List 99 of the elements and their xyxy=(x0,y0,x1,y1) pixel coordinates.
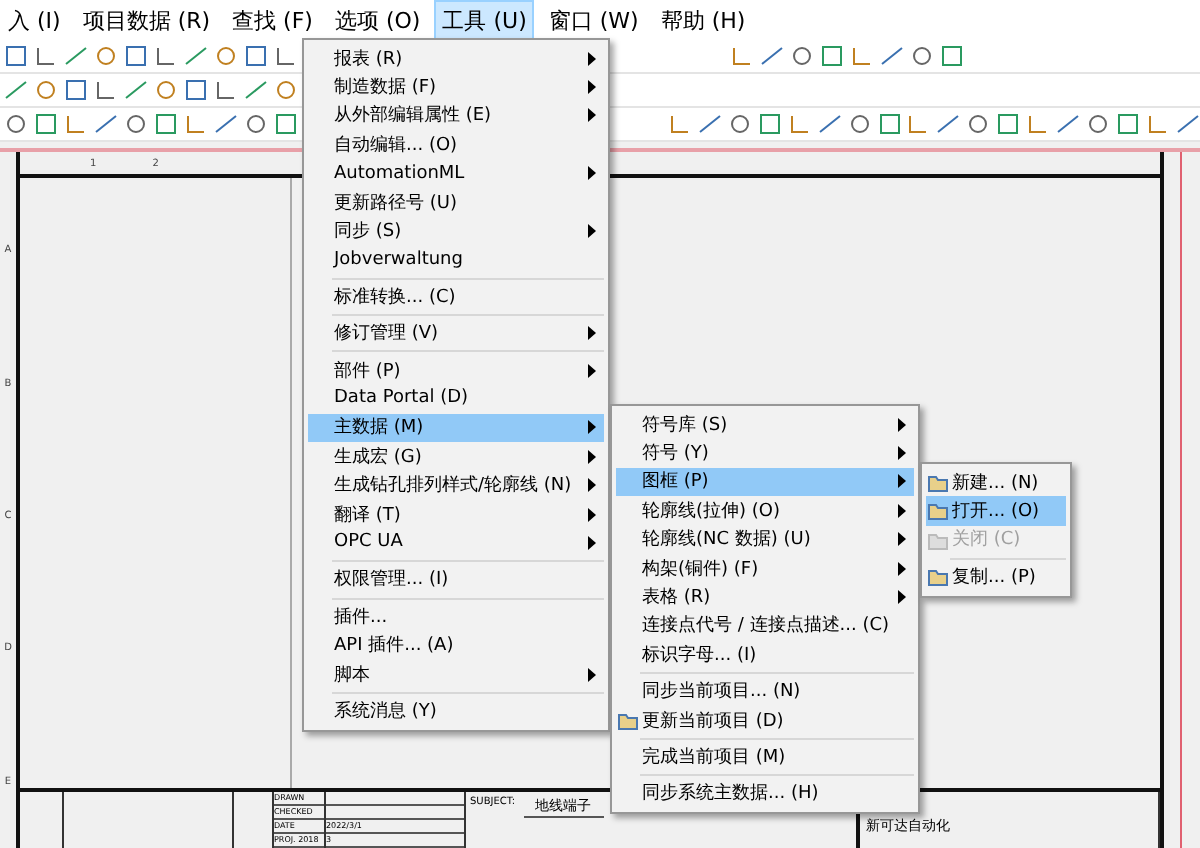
menu-item[interactable]: 构架(铜件) (F) xyxy=(616,553,914,583)
menu-title[interactable]: 帮助 (H) xyxy=(652,0,754,41)
menu-item[interactable]: 轮廓线(拉伸) (O) xyxy=(616,496,914,526)
menu-item[interactable]: 插件... xyxy=(308,602,604,631)
circle-icon[interactable] xyxy=(274,78,298,102)
circle-icon[interactable] xyxy=(966,112,991,136)
circle-icon[interactable] xyxy=(847,112,872,136)
menu-title[interactable]: 项目数据 (R) xyxy=(74,0,219,41)
menu-item[interactable]: 生成钻孔排列样式/轮廓线 (N) xyxy=(308,470,604,500)
corner-icon[interactable] xyxy=(787,112,812,136)
menu-item[interactable]: 标识字母... (I) xyxy=(616,640,914,670)
line-icon[interactable] xyxy=(1056,112,1081,136)
corner-icon[interactable] xyxy=(1146,112,1171,136)
circle-icon[interactable] xyxy=(243,112,268,136)
menu-item[interactable]: 轮廓线(NC 数据) (U) xyxy=(616,525,914,554)
line-icon[interactable] xyxy=(697,112,722,136)
corner-icon[interactable] xyxy=(154,44,178,68)
corner-icon[interactable] xyxy=(34,44,58,68)
menu-item[interactable]: 打开... (O) xyxy=(926,496,1066,526)
circle-icon[interactable] xyxy=(214,44,238,68)
line-icon[interactable] xyxy=(213,112,238,136)
corner-icon[interactable] xyxy=(63,112,88,136)
square-icon[interactable] xyxy=(124,44,148,68)
corner-icon[interactable] xyxy=(667,112,692,136)
menu-item[interactable]: 符号 (Y) xyxy=(616,438,914,468)
menu-item[interactable]: 修订管理 (V) xyxy=(308,319,604,348)
menu-item[interactable]: 标准转换... (C) xyxy=(308,282,604,312)
corner-icon[interactable] xyxy=(94,78,118,102)
line-icon[interactable] xyxy=(244,78,268,102)
menu-item[interactable]: 符号库 (S) xyxy=(616,410,914,439)
menu-title[interactable]: 窗口 (W) xyxy=(540,0,647,41)
menu-item[interactable]: Jobverwaltung xyxy=(308,245,604,275)
square-icon[interactable] xyxy=(273,112,298,136)
menu-title[interactable]: 工具 (U) xyxy=(434,0,535,41)
line-icon[interactable] xyxy=(93,112,118,136)
corner-icon[interactable] xyxy=(183,112,208,136)
circle-icon[interactable] xyxy=(790,44,814,68)
menu-item[interactable]: OPC UA xyxy=(308,528,604,558)
menu-item[interactable]: 同步当前项目... (N) xyxy=(616,677,914,706)
menu-item[interactable]: Data Portal (D) xyxy=(308,384,604,414)
line-icon[interactable] xyxy=(936,112,961,136)
menu-title[interactable]: 查找 (F) xyxy=(224,0,321,41)
circle-icon[interactable] xyxy=(154,78,178,102)
square-icon[interactable] xyxy=(33,112,58,136)
circle-icon[interactable] xyxy=(4,112,28,136)
menu-item[interactable]: 权限管理... (I) xyxy=(308,565,604,595)
corner-icon[interactable] xyxy=(214,78,238,102)
menu-item[interactable]: 脚本 xyxy=(308,659,604,689)
square-icon[interactable] xyxy=(996,112,1021,136)
corner-icon[interactable] xyxy=(850,44,874,68)
line-icon[interactable] xyxy=(1176,112,1200,136)
menu-item[interactable]: 自动编辑... (O) xyxy=(308,130,604,160)
menu-item[interactable]: AutomationML xyxy=(308,159,604,188)
square-icon[interactable] xyxy=(184,78,208,102)
square-icon[interactable] xyxy=(940,44,964,68)
square-icon[interactable] xyxy=(877,112,901,136)
circle-icon[interactable] xyxy=(123,112,148,136)
menu-item[interactable]: 系统消息 (Y) xyxy=(308,696,604,726)
menu-item[interactable]: 更新当前项目 (D) xyxy=(616,705,914,735)
line-icon[interactable] xyxy=(880,44,904,68)
circle-icon[interactable] xyxy=(910,44,934,68)
menu-title[interactable]: 入 (I) xyxy=(0,0,69,41)
corner-icon[interactable] xyxy=(1026,112,1051,136)
line-icon[interactable] xyxy=(4,78,28,102)
circle-icon[interactable] xyxy=(34,78,58,102)
square-icon[interactable] xyxy=(757,112,782,136)
square-icon[interactable] xyxy=(1116,112,1141,136)
menu-item[interactable]: 完成当前项目 (M) xyxy=(616,742,914,772)
line-icon[interactable] xyxy=(817,112,842,136)
square-icon[interactable] xyxy=(820,44,844,68)
corner-icon[interactable] xyxy=(906,112,931,136)
menu-item[interactable]: 翻译 (T) xyxy=(308,499,604,529)
menu-item[interactable]: API 插件... (A) xyxy=(308,630,604,660)
circle-icon[interactable] xyxy=(727,112,752,136)
menu-item[interactable]: 同步 (S) xyxy=(308,216,604,246)
menu-title[interactable]: 选项 (O) xyxy=(326,0,429,41)
circle-icon[interactable] xyxy=(94,44,118,68)
menu-item[interactable]: 图框 (P) xyxy=(616,467,914,497)
menu-item[interactable]: 表格 (R) xyxy=(616,582,914,612)
menu-item[interactable]: 复制... (P) xyxy=(926,562,1066,592)
circle-icon[interactable] xyxy=(1086,112,1111,136)
line-icon[interactable] xyxy=(64,44,88,68)
line-icon[interactable] xyxy=(184,44,208,68)
square-icon[interactable] xyxy=(153,112,178,136)
line-icon[interactable] xyxy=(124,78,148,102)
line-icon[interactable] xyxy=(760,44,784,68)
menu-item[interactable]: 从外部编辑属性 (E) xyxy=(308,101,604,131)
menu-item[interactable]: 新建... (N) xyxy=(926,468,1066,497)
menu-item[interactable]: 同步系统主数据... (H) xyxy=(616,779,914,809)
corner-icon[interactable] xyxy=(730,44,754,68)
menu-item[interactable]: 连接点代号 / 连接点描述... (C) xyxy=(616,611,914,641)
square-icon[interactable] xyxy=(4,44,28,68)
menu-item[interactable]: 生成宏 (G) xyxy=(308,442,604,471)
menu-item[interactable]: 主数据 (M) xyxy=(308,413,604,443)
corner-icon[interactable] xyxy=(274,44,298,68)
menu-item[interactable]: 部件 (P) xyxy=(308,355,604,385)
menu-item[interactable]: 更新路径号 (U) xyxy=(308,187,604,217)
square-icon[interactable] xyxy=(244,44,268,68)
square-icon[interactable] xyxy=(64,78,88,102)
